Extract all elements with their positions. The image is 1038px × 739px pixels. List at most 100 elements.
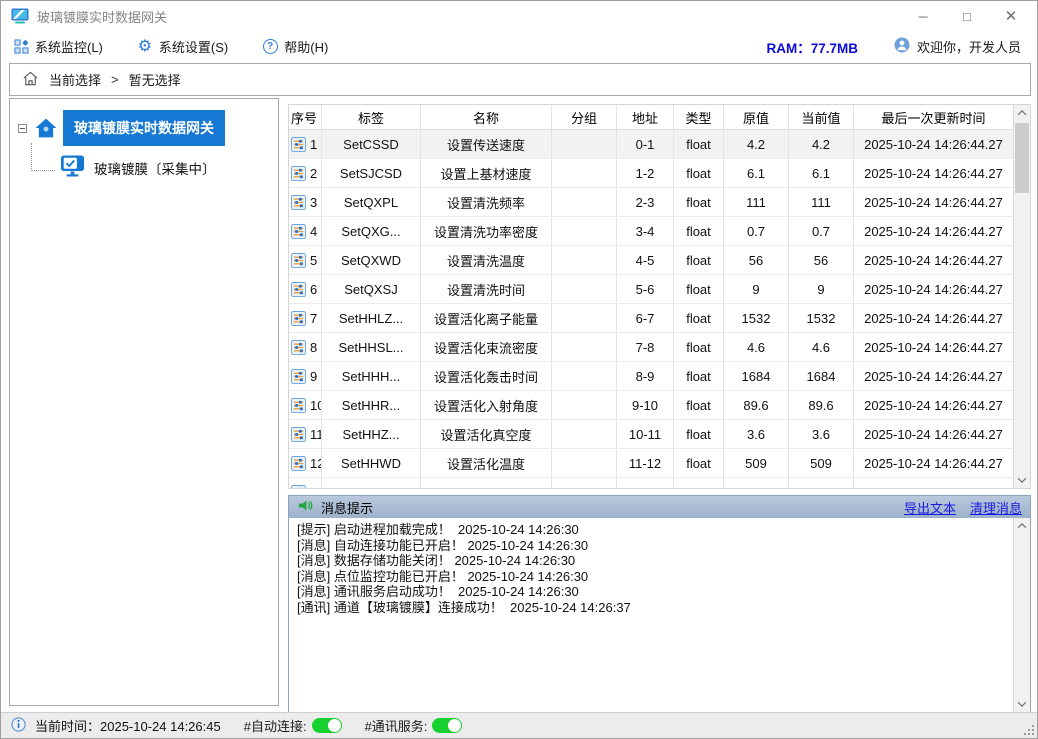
table-cell: 2025-10-24 14:26:44.27	[854, 304, 1013, 332]
message-panel-header: 消息提示 导出文本 清理消息	[289, 496, 1030, 518]
table-row[interactable]: 5SetQXWD设置清洗温度4-5float56562025-10-24 14:…	[289, 246, 1013, 275]
table-cell: SetQXPL	[322, 188, 421, 216]
table-cell: 3	[289, 188, 322, 216]
table-cell	[789, 478, 854, 488]
sliders-icon	[291, 137, 306, 152]
tree-root-node[interactable]: 玻璃镀膜实时数据网关	[18, 110, 225, 146]
breadcrumb-value: 暂无选择	[129, 70, 181, 89]
tree-connector	[31, 143, 55, 171]
table-cell: 6.1	[724, 159, 789, 187]
message-panel: 消息提示 导出文本 清理消息 [提示] 启动进程加载完成！ 2025-10-24…	[288, 495, 1031, 713]
table-cell: 89.6	[724, 391, 789, 419]
table-row[interactable]: 7SetHHLZ...设置活化离子能量6-7float153215322025-…	[289, 304, 1013, 333]
gear-icon: ⚙	[137, 39, 153, 55]
table-cell: 0-1	[617, 130, 674, 158]
table-cell: 3.6	[789, 420, 854, 448]
breadcrumb-separator: >	[111, 72, 119, 87]
table-cell: SetQXWD	[322, 246, 421, 274]
export-text-link[interactable]: 导出文本	[904, 498, 956, 517]
table-cell	[552, 304, 617, 332]
table-row[interactable]: 12SetHHWD设置活化温度11-12float5095092025-10-2…	[289, 449, 1013, 478]
table-cell: 设置活化真空度	[421, 420, 552, 448]
sliders-icon	[291, 311, 306, 326]
column-header[interactable]: 地址	[617, 105, 674, 129]
table-cell: 2025-10-24 14:26:44.27	[854, 246, 1013, 274]
table-row[interactable]: 9SetHHH...设置活化轰击时间8-9float168416842025-1…	[289, 362, 1013, 391]
table-row[interactable]: 1SetCSSD设置传送速度0-1float4.24.22025-10-24 1…	[289, 130, 1013, 159]
home-icon[interactable]	[22, 70, 39, 90]
column-header[interactable]: 序号	[289, 105, 322, 129]
table-cell	[724, 478, 789, 488]
table-cell: float	[674, 391, 724, 419]
table-row[interactable]	[289, 478, 1013, 488]
scroll-up-icon[interactable]	[1014, 518, 1030, 534]
table-cell	[322, 478, 421, 488]
maximize-icon[interactable]: □	[945, 1, 989, 31]
table-row[interactable]: 8SetHHSL...设置活化束流密度7-8float4.64.62025-10…	[289, 333, 1013, 362]
table-row[interactable]: 2SetSJCSD设置上基材速度1-2float6.16.12025-10-24…	[289, 159, 1013, 188]
table-cell	[552, 246, 617, 274]
sliders-icon	[291, 166, 306, 181]
table-cell: float	[674, 420, 724, 448]
collapse-icon[interactable]	[18, 124, 27, 133]
column-header[interactable]: 类型	[674, 105, 724, 129]
close-icon[interactable]: ✕	[989, 1, 1033, 31]
tree-root-label[interactable]: 玻璃镀膜实时数据网关	[63, 110, 225, 146]
column-header[interactable]: 最后一次更新时间	[854, 105, 1013, 129]
scroll-down-icon[interactable]	[1014, 696, 1030, 712]
app-icon	[11, 8, 29, 24]
table-row[interactable]: 4SetQXG...设置清洗功率密度3-4float0.70.72025-10-…	[289, 217, 1013, 246]
column-header[interactable]: 原值	[724, 105, 789, 129]
speaker-icon	[297, 498, 313, 516]
comm-service-toggle[interactable]	[432, 718, 462, 733]
message-line: [通讯] 通道【玻璃镀膜】连接成功！ 2025-10-24 14:26:37	[297, 600, 1005, 616]
table-cell: 设置清洗时间	[421, 275, 552, 303]
table-cell: SetHHH...	[322, 362, 421, 390]
table-cell: 设置传送速度	[421, 130, 552, 158]
message-scrollbar[interactable]	[1013, 518, 1030, 712]
column-header[interactable]: 分组	[552, 105, 617, 129]
message-line: [消息] 点位监控功能已开启！ 2025-10-24 14:26:30	[297, 569, 1005, 585]
scrollbar-track[interactable]	[1014, 121, 1030, 472]
scroll-up-icon[interactable]	[1014, 105, 1030, 121]
table-cell: 111	[724, 188, 789, 216]
scroll-down-icon[interactable]	[1014, 472, 1030, 488]
table-cell: float	[674, 246, 724, 274]
scrollbar-thumb[interactable]	[1015, 123, 1029, 193]
table-cell: float	[674, 333, 724, 361]
table-cell	[552, 391, 617, 419]
table-cell: 9	[724, 275, 789, 303]
table-cell: 2025-10-24 14:26:44.27	[854, 449, 1013, 477]
column-header[interactable]: 标签	[322, 105, 421, 129]
table-row[interactable]: 3SetQXPL设置清洗频率2-3float1111112025-10-24 1…	[289, 188, 1013, 217]
auto-connect-toggle[interactable]	[312, 718, 342, 733]
column-header[interactable]: 名称	[421, 105, 552, 129]
table-cell: SetHHZ...	[322, 420, 421, 448]
table-cell: 111	[789, 188, 854, 216]
tree-child-node[interactable]: 玻璃镀膜〔采集中〕	[60, 155, 216, 180]
table-cell: 4.6	[789, 333, 854, 361]
table-row[interactable]: 6SetQXSJ设置清洗时间5-6float992025-10-24 14:26…	[289, 275, 1013, 304]
point-data-table: 序号 标签 名称 分组 地址 类型 原值 当前值 最后一次更新时间 1SetCS…	[288, 104, 1031, 489]
table-cell: 2025-10-24 14:26:44.27	[854, 362, 1013, 390]
tree-child-label[interactable]: 玻璃镀膜〔采集中〕	[94, 158, 216, 178]
table-row[interactable]: 10SetHHR...设置活化入射角度9-10float89.689.62025…	[289, 391, 1013, 420]
table-cell: 2-3	[617, 188, 674, 216]
table-cell: float	[674, 449, 724, 477]
clear-messages-link[interactable]: 清理消息	[970, 498, 1022, 517]
menu-help[interactable]: ? 帮助(H)	[262, 37, 328, 56]
table-row[interactable]: 11SetHHZ...设置活化真空度10-11float3.63.62025-1…	[289, 420, 1013, 449]
table-cell	[552, 420, 617, 448]
message-log: [提示] 启动进程加载完成！ 2025-10-24 14:26:30[消息] 自…	[289, 518, 1013, 712]
menu-system-monitor[interactable]: 系统监控(L)	[13, 37, 103, 56]
menu-label: 帮助(H)	[284, 37, 328, 56]
scrollbar-track[interactable]	[1014, 534, 1030, 696]
table-scrollbar[interactable]	[1013, 105, 1030, 488]
table-cell	[552, 275, 617, 303]
minimize-icon[interactable]: ─	[901, 1, 945, 31]
table-cell: 2025-10-24 14:26:44.27	[854, 275, 1013, 303]
menu-system-settings[interactable]: ⚙ 系统设置(S)	[137, 37, 228, 56]
column-header[interactable]: 当前值	[789, 105, 854, 129]
table-cell: 1684	[789, 362, 854, 390]
resize-grip[interactable]	[1024, 725, 1034, 735]
